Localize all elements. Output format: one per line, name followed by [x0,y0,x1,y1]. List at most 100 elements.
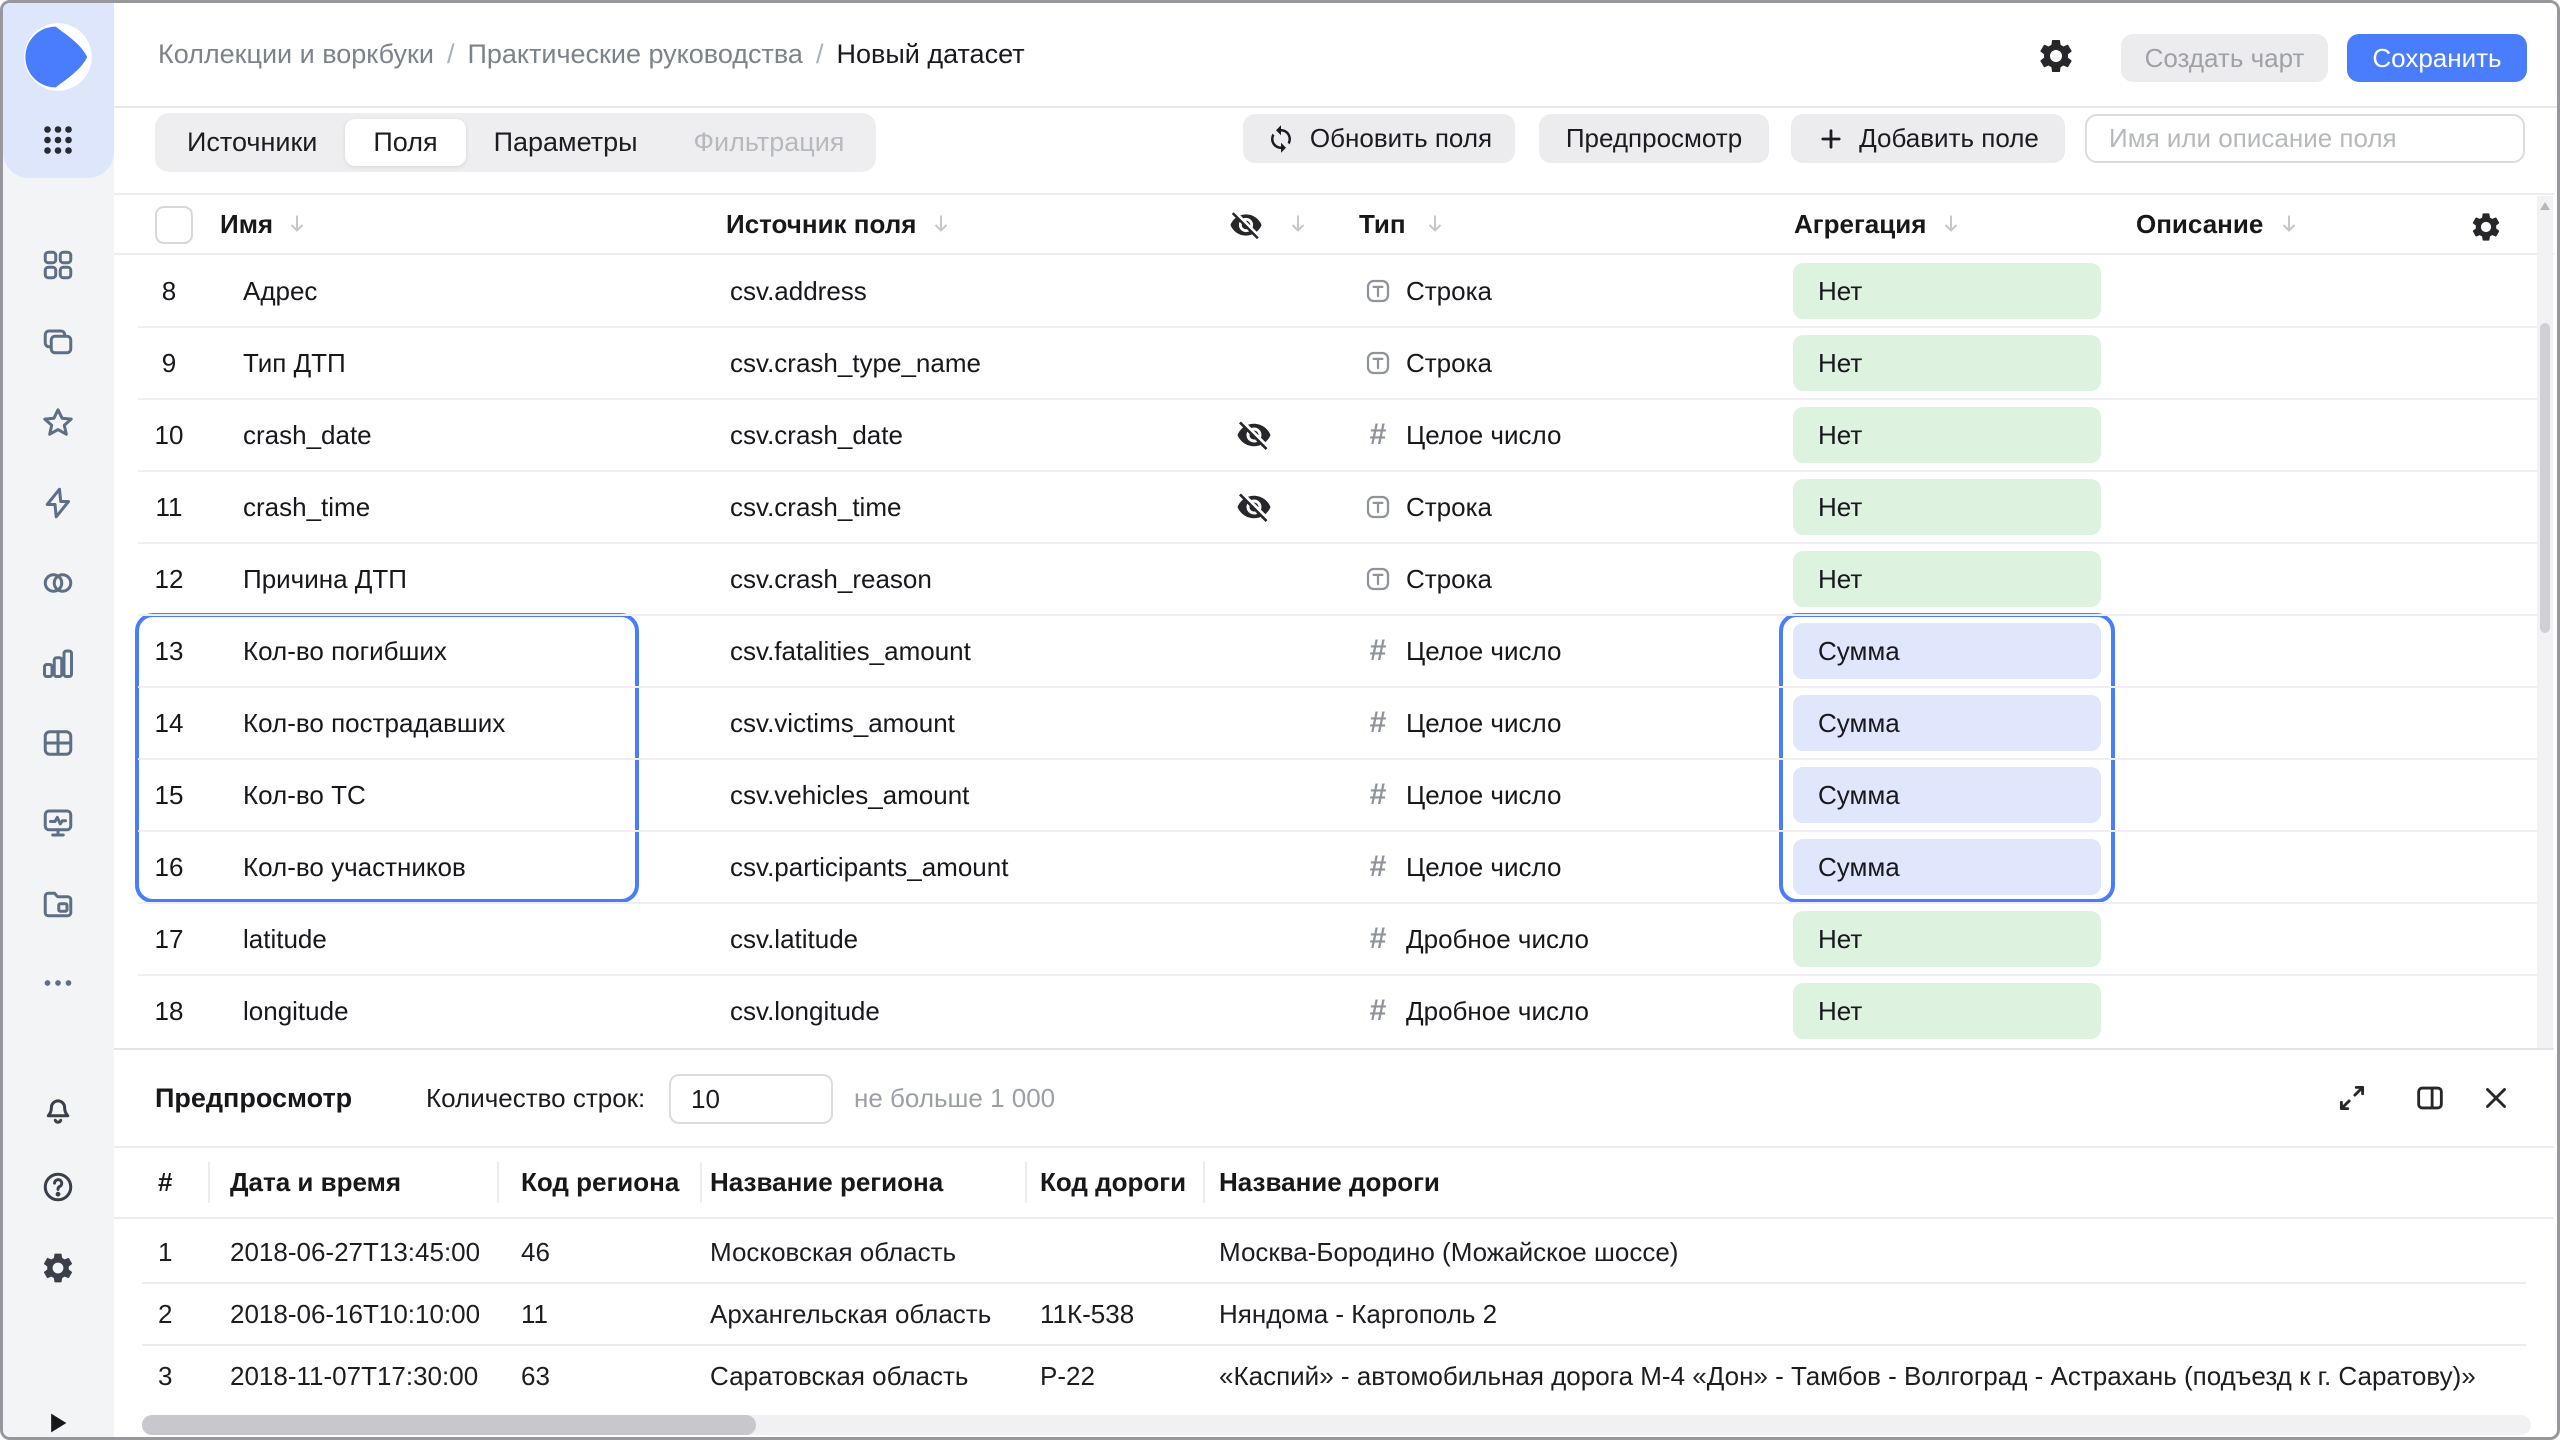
squares-grid-icon[interactable] [34,241,82,289]
field-row[interactable]: 10crash_datecsv.crash_date#Целое числоНе… [114,399,2554,471]
field-row[interactable]: 13Кол-во погибшихcsv.fatalities_amount#Ц… [114,615,2554,687]
field-type-select[interactable]: #Целое число [1363,831,1561,903]
tab-filtering[interactable]: Фильтрация [666,113,873,172]
select-all-checkbox[interactable] [155,206,193,244]
split-view-icon[interactable] [2413,1081,2447,1115]
field-aggregation-select[interactable]: Сумма [1793,623,2101,679]
tab-parameters[interactable]: Параметры [466,113,666,172]
field-row[interactable]: 14Кол-во пострадавшихcsv.victims_amount#… [114,687,2554,759]
field-aggregation-select[interactable]: Нет [1793,551,2101,607]
field-type-select[interactable]: #Целое число [1363,759,1561,831]
dataset-settings-gear-icon[interactable] [2036,36,2076,76]
field-aggregation-select[interactable]: Сумма [1793,695,2101,751]
column-header-source[interactable]: Источник поля [726,195,916,253]
table-settings-gear-icon[interactable] [2469,210,2503,249]
bar-chart-icon[interactable] [34,639,82,687]
tab-sources[interactable]: Источники [159,113,345,172]
bell-icon[interactable] [34,1085,82,1133]
number-type-icon: # [1363,706,1393,740]
preview-row: 32018-11-07T17:30:0063Саратовская област… [114,1345,2554,1407]
preview-toggle-button[interactable]: Предпросмотр [1539,114,1769,163]
field-row[interactable]: 12Причина ДТПcsv.crash_reasonСтрокаНет [114,543,2554,615]
sort-arrow-icon[interactable] [1938,211,1964,237]
vertical-scrollbar-thumb[interactable] [2540,323,2550,633]
preview-cell: 2018-06-16T10:10:00 [230,1283,480,1345]
row-count-input[interactable] [669,1074,833,1124]
sort-arrow-icon[interactable] [928,211,954,237]
column-header-name[interactable]: Имя [220,195,273,253]
field-aggregation-select[interactable]: Сумма [1793,767,2101,823]
field-aggregation-select[interactable]: Нет [1793,479,2101,535]
play-icon[interactable] [43,1401,83,1440]
field-hidden-eye-off-icon[interactable] [1236,471,1272,543]
column-header-description[interactable]: Описание [2136,195,2263,253]
field-row[interactable]: 17latitudecsv.latitude#Дробное числоНет [114,903,2554,975]
sort-arrow-icon[interactable] [284,211,310,237]
field-type-select[interactable]: Строка [1363,327,1492,399]
field-type-select[interactable]: #Целое число [1363,615,1561,687]
column-header-aggregation[interactable]: Агрегация [1794,195,1926,253]
tab-fields[interactable]: Поля [345,119,465,166]
field-aggregation-select[interactable]: Нет [1793,263,2101,319]
scroll-up-arrow-icon[interactable] [2540,202,2550,210]
field-type-select[interactable]: Строка [1363,543,1492,615]
apps-grid-icon[interactable] [34,116,82,164]
vertical-scrollbar[interactable] [2537,196,2553,1048]
add-field-button[interactable]: Добавить поле [1791,114,2065,163]
expand-preview-icon[interactable] [2335,1081,2369,1115]
field-row[interactable]: 15Кол-во ТСcsv.vehicles_amount#Целое чис… [114,759,2554,831]
field-type-select[interactable]: #Дробное число [1363,975,1589,1047]
sort-arrow-icon[interactable] [1285,211,1311,237]
hidden-column-eye-off-icon[interactable] [1229,208,1263,247]
close-preview-icon[interactable] [2479,1081,2513,1115]
field-aggregation-select[interactable]: Нет [1793,335,2101,391]
field-type-select[interactable]: Строка [1363,471,1492,543]
stacked-folders-icon[interactable] [34,319,82,367]
table-grid-icon[interactable] [34,719,82,767]
field-row[interactable]: 18longitudecsv.longitude#Дробное числоНе… [114,975,2554,1047]
question-circle-icon[interactable] [34,1163,82,1211]
field-hidden-eye-off-icon[interactable] [1236,399,1272,471]
breadcrumb-collections[interactable]: Коллекции и воркбуки [158,39,434,70]
breadcrumb-separator: / [803,39,837,70]
field-type-select[interactable]: #Дробное число [1363,903,1589,975]
column-header-type[interactable]: Тип [1359,195,1406,253]
settings-gear-icon[interactable] [34,1244,82,1292]
sort-arrow-icon[interactable] [1422,211,1448,237]
horizontal-scrollbar[interactable] [142,1415,2531,1435]
lightning-icon[interactable] [34,479,82,527]
field-aggregation-select[interactable]: Сумма [1793,839,2101,895]
breadcrumb-guides[interactable]: Практические руководства [467,39,802,70]
field-row[interactable]: 11crash_timecsv.crash_timeСтрокаНет [114,471,2554,543]
field-source: csv.vehicles_amount [730,759,969,831]
field-type-select[interactable]: Строка [1363,255,1492,327]
sort-arrow-icon[interactable] [2276,211,2302,237]
preview-cell: 11К-538 [1040,1283,1134,1345]
folder-box-icon[interactable] [34,879,82,927]
field-row-number: 9 [144,327,194,399]
field-aggregation-select[interactable]: Нет [1793,911,2101,967]
field-row-number: 18 [144,975,194,1047]
field-row[interactable]: 9Тип ДТПcsv.crash_type_nameСтрокаНет [114,327,2554,399]
field-type-select[interactable]: #Целое число [1363,399,1561,471]
field-aggregation-select[interactable]: Нет [1793,407,2101,463]
save-button[interactable]: Сохранить [2347,34,2527,82]
ellipsis-icon[interactable] [34,959,82,1007]
field-name: Кол-во участников [243,831,466,903]
star-icon[interactable] [34,399,82,447]
field-type-select[interactable]: #Целое число [1363,687,1561,759]
refresh-fields-button[interactable]: Обновить поля [1243,114,1515,163]
horizontal-scrollbar-thumb[interactable] [142,1415,756,1435]
preview-cell: «Каспий» - автомобильная дорога М-4 «Дон… [1219,1345,2476,1407]
field-row[interactable]: 16Кол-во участниковcsv.participants_amou… [114,831,2554,903]
field-aggregation-select[interactable]: Нет [1793,983,2101,1039]
field-type-label: Дробное число [1406,924,1589,955]
overlapping-circles-icon[interactable] [34,559,82,607]
preview-cell: 2 [158,1283,172,1345]
field-type-label: Целое число [1406,420,1561,451]
create-chart-button[interactable]: Создать чарт [2121,34,2328,82]
field-row[interactable]: 8Адресcsv.addressСтрокаНет [114,255,2554,327]
monitor-pulse-icon[interactable] [34,799,82,847]
field-search-input[interactable] [2085,114,2525,163]
datalens-logo[interactable] [22,21,94,93]
